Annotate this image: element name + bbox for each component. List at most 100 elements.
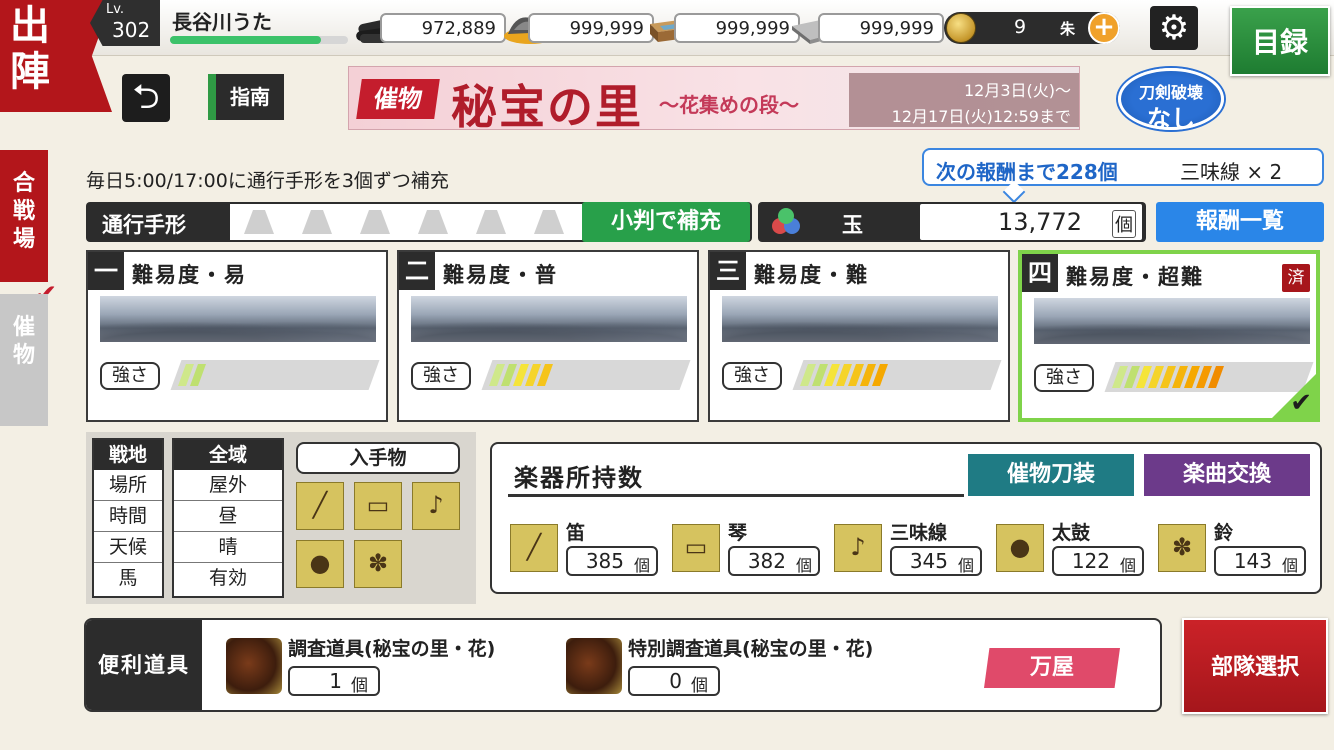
difficulty-card-normal[interactable]: 二 難易度・普 強さ	[397, 250, 699, 422]
difficulty-title: 難易度・難	[754, 263, 869, 287]
instruments-title: 楽器所持数	[514, 464, 644, 492]
cond-value-weather: 晴	[174, 532, 282, 563]
guide-button[interactable]: 指南	[208, 74, 284, 120]
tool-count: 1個	[288, 666, 380, 696]
add-koban-button[interactable]: +	[1088, 12, 1120, 44]
exp-bar	[170, 36, 348, 44]
count-unit: 個	[957, 556, 974, 575]
whetstone-value: 999,999	[859, 18, 934, 39]
strength-gauge	[1104, 362, 1314, 392]
count-value: 382	[747, 549, 786, 573]
level-value: 302	[112, 18, 151, 42]
koban-icon	[946, 13, 976, 43]
tama-value: 13,772	[998, 208, 1082, 236]
instrument-name: 三味線	[890, 522, 948, 544]
song-exchange-button[interactable]: 楽曲交換	[1144, 454, 1310, 496]
pass-slot-empty	[244, 210, 274, 234]
taiko-icon: ●	[996, 524, 1044, 572]
event-banner[interactable]: 催物 秘宝の里 ～花集めの段～ 12月3日(火)～ 12月17日(火)12:59…	[348, 66, 1080, 130]
instrument-count: 143 個	[1214, 546, 1306, 576]
count-unit: 個	[633, 556, 650, 575]
next-reward-text: 次の報酬まで228個	[936, 160, 1118, 184]
event-date-end: 12月17日(火)12:59まで	[891, 107, 1071, 126]
loot-label: 入手物	[296, 442, 460, 474]
koban-counter: 9 朱 +	[944, 12, 1120, 44]
instrument-item: ╱ 笛 385 個	[510, 522, 660, 578]
instrument-count: 122 個	[1052, 546, 1144, 576]
difficulty-card-easy[interactable]: 一 難易度・易 強さ	[86, 250, 388, 422]
koban-refill-button[interactable]: 小判で補充	[582, 202, 750, 242]
conditions-values: 全域 屋外 昼 晴 有効	[172, 438, 284, 598]
team-select-button[interactable]: 部隊選択	[1182, 618, 1328, 714]
instrument-item: ● 太鼓 122 個	[996, 522, 1146, 578]
shamisen-icon: ♪	[834, 524, 882, 572]
difficulty-title: 難易度・普	[443, 263, 558, 287]
landscape-image	[1034, 298, 1310, 344]
gear-icon: ⚙	[1158, 8, 1190, 48]
exp-bar-fill	[170, 36, 322, 44]
undo-arrow-icon: ⮌	[132, 77, 160, 117]
instruments-panel: 楽器所持数 催物刀装 楽曲交換 ╱ 笛 385 個 ▭ 琴 382 個 ♪ 三味線 …	[490, 442, 1322, 594]
tamahagane-counter: 999,999	[528, 13, 654, 43]
instrument-item: ▭ 琴 382 個	[672, 522, 822, 578]
daily-refill-text: 毎日5:00/17:00に通行手形を3個ずつ補充	[86, 170, 449, 192]
tab-battlefield[interactable]: 合戦場	[0, 150, 48, 282]
difficulty-title: 難易度・超難	[1066, 265, 1204, 289]
difficulty-card-very-hard[interactable]: 四 難易度・超難 済 強さ ✔	[1018, 250, 1320, 422]
instrument-item: ♪ 三味線 345 個	[834, 522, 984, 578]
instrument-count: 345 個	[890, 546, 982, 576]
difficulty-number: 二	[399, 252, 435, 290]
tool-count: 0個	[628, 666, 720, 696]
count-value: 1	[329, 669, 342, 693]
cond-label-horse: 馬	[118, 567, 138, 589]
whetstone-counter: 999,999	[818, 13, 944, 43]
tama-label: 玉	[842, 213, 863, 237]
cond-label-weather: 天候	[94, 532, 162, 563]
bell-icon: ✽	[354, 540, 402, 588]
strength-label: 強さ	[411, 362, 471, 390]
landscape-image	[411, 296, 687, 342]
instrument-count: 385 個	[566, 546, 658, 576]
tool-name: 調査道具(秘宝の里・花)	[288, 638, 496, 660]
event-equipment-button[interactable]: 催物刀装	[968, 454, 1134, 496]
instrument-name: 鈴	[1214, 522, 1234, 544]
count-unit: 個	[351, 676, 368, 696]
flute-icon: ╱	[296, 482, 344, 530]
sortie-title-char-2: 陣	[10, 48, 50, 95]
event-tag: 催物	[356, 79, 440, 119]
title-underline	[508, 494, 964, 497]
strength-gauge	[481, 360, 691, 390]
catalog-button[interactable]: 目録	[1230, 6, 1330, 76]
pass-slot-empty	[476, 210, 506, 234]
cond-label-place: 場所	[94, 470, 162, 501]
taiko-icon: ●	[296, 540, 344, 588]
pass-slot-empty	[302, 210, 332, 234]
pass-slot-empty	[360, 210, 390, 234]
difficulty-number: 三	[710, 252, 746, 290]
event-date-start: 12月3日(火)～	[963, 81, 1071, 100]
flute-icon: ╱	[510, 524, 558, 572]
cond-value-time: 昼	[174, 501, 282, 532]
conditions-panel: 戦地 場所 時間 天候 馬 全域 屋外 昼 晴 有効 入手物 ╱ ▭ ♪ ● ✽	[86, 432, 476, 604]
player-name: 長谷川うた	[172, 10, 272, 34]
strength-label: 強さ	[722, 362, 782, 390]
tama-unit: 個	[1112, 210, 1136, 238]
cond-value-place: 屋外	[174, 470, 282, 501]
special-survey-tool-icon	[566, 638, 622, 694]
koto-icon: ▭	[354, 482, 402, 530]
settings-gear-button[interactable]: ⚙	[1150, 6, 1198, 50]
tab-event[interactable]: 催物	[0, 294, 48, 426]
difficulty-card-hard[interactable]: 三 難易度・難 強さ	[708, 250, 1010, 422]
koto-icon: ▭	[672, 524, 720, 572]
back-button[interactable]: ⮌	[122, 74, 170, 122]
event-dates: 12月3日(火)～ 12月17日(火)12:59まで	[849, 73, 1079, 127]
sortie-title-char-1: 出	[10, 2, 50, 49]
instrument-name: 琴	[728, 522, 748, 544]
strength-label: 強さ	[1034, 364, 1094, 392]
shop-button[interactable]: 万屋	[984, 648, 1120, 688]
pass-slot-empty	[534, 210, 564, 234]
event-subtitle: ～花集めの段～	[659, 93, 799, 117]
reward-list-button[interactable]: 報酬一覧	[1156, 202, 1324, 242]
checkmark-icon: ✔	[1290, 388, 1312, 418]
tamahagane-value: 999,999	[569, 18, 644, 39]
